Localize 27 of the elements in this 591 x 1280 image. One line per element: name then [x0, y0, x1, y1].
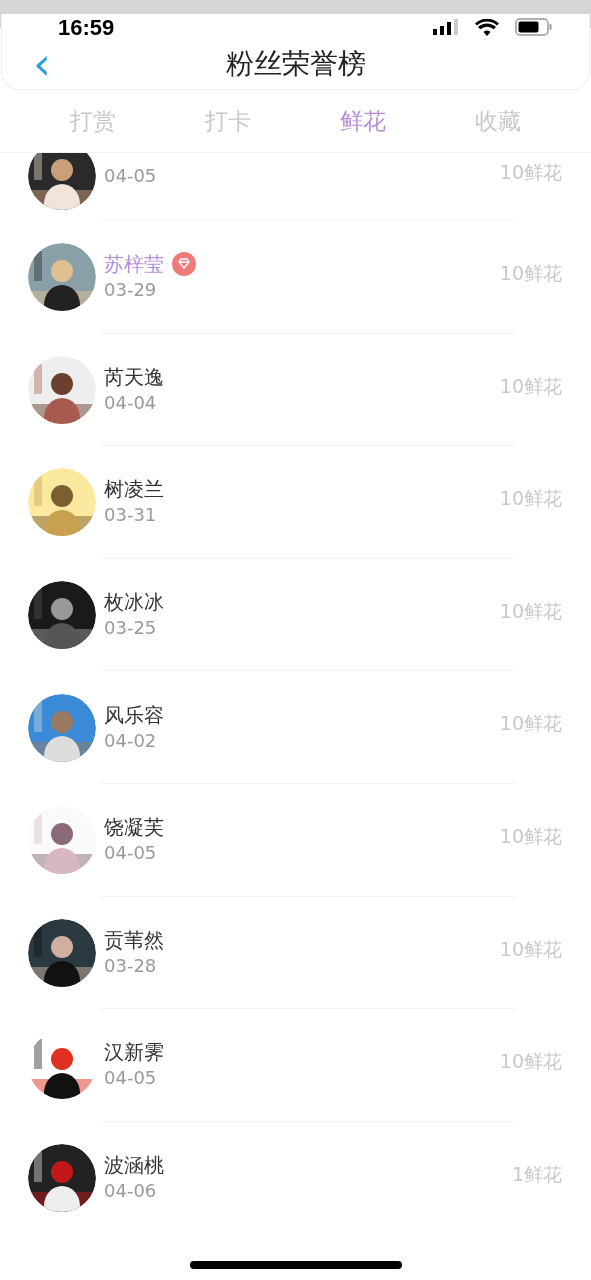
back-button[interactable]: ‹: [22, 42, 62, 86]
fan-date: 04-05: [104, 164, 158, 188]
fan-date: 04-06: [104, 1179, 158, 1204]
wifi-icon: [475, 18, 499, 36]
fan-date: 03-25: [104, 616, 158, 641]
fan-name: 饶凝芙: [104, 814, 164, 841]
fan-name: 苏梓莹: [104, 251, 164, 278]
fan-name: 贡苇然: [104, 926, 164, 953]
fan-name: 枚冰冰: [104, 589, 164, 616]
fan-date: 04-02: [104, 728, 158, 753]
tab[interactable]: 鲜花: [295, 102, 431, 140]
fan-date: 04-05: [104, 1066, 158, 1091]
fan-name: 风乐容: [104, 701, 164, 728]
fan-name: 汉新霁: [104, 1039, 164, 1066]
fan-name: 芮天逸: [104, 363, 164, 390]
diamond-badge-icon: [172, 252, 196, 277]
fan-date: 03-28: [104, 953, 158, 978]
fan-name: 树凌兰: [104, 476, 164, 503]
fan-date: 04-05: [104, 841, 158, 866]
status-time: 16:59: [58, 13, 115, 42]
fan-date: 03-29: [104, 278, 158, 303]
battery-icon: [515, 18, 553, 36]
page-title: 粉丝荣誉榜: [224, 46, 367, 82]
fan-date: 04-04: [104, 390, 158, 415]
fan-name: 波涵桃: [104, 1152, 164, 1179]
signal-icon: [433, 19, 459, 35]
fan-date: 03-31: [104, 503, 158, 528]
